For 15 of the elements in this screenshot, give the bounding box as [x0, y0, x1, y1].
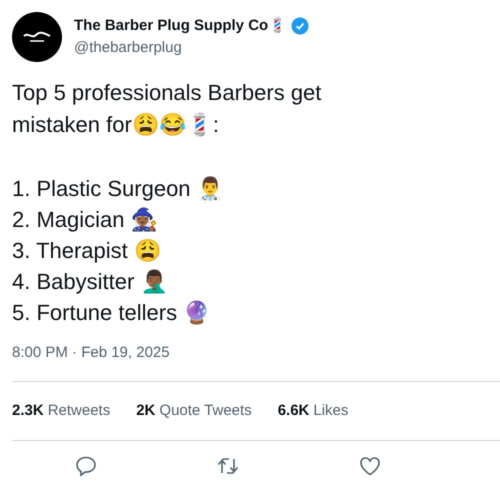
- avatar-logo: [12, 12, 62, 62]
- author-handle[interactable]: @thebarberplug: [74, 37, 310, 60]
- list-item: 1. Plastic Surgeon 👨‍⚕: [12, 175, 225, 203]
- list-item: 2. Magician 🧙🏾‍♀: [12, 206, 159, 234]
- stat-link[interactable]: 2K Quote Tweets: [136, 400, 252, 422]
- stat-link[interactable]: 2.3K Retweets: [12, 400, 110, 422]
- list-item: 4. Babysitter 🤦🏾‍♂: [12, 268, 168, 296]
- stat-link[interactable]: 6.6K Likes: [278, 400, 348, 422]
- author-name[interactable]: The Barber Plug Supply Co💈: [74, 14, 288, 37]
- tweet-text: Top 5 professionals Barbers get mistaken for😩😂💈:: [12, 79, 322, 139]
- like-icon[interactable]: [358, 454, 382, 478]
- list-item: 3. Therapist 😩: [12, 237, 162, 265]
- list-item: 5. Fortune tellers 🔮: [12, 299, 212, 327]
- timestamp[interactable]: 8:00 PM · Feb 19, 2025: [12, 342, 488, 364]
- reply-icon[interactable]: [74, 454, 98, 478]
